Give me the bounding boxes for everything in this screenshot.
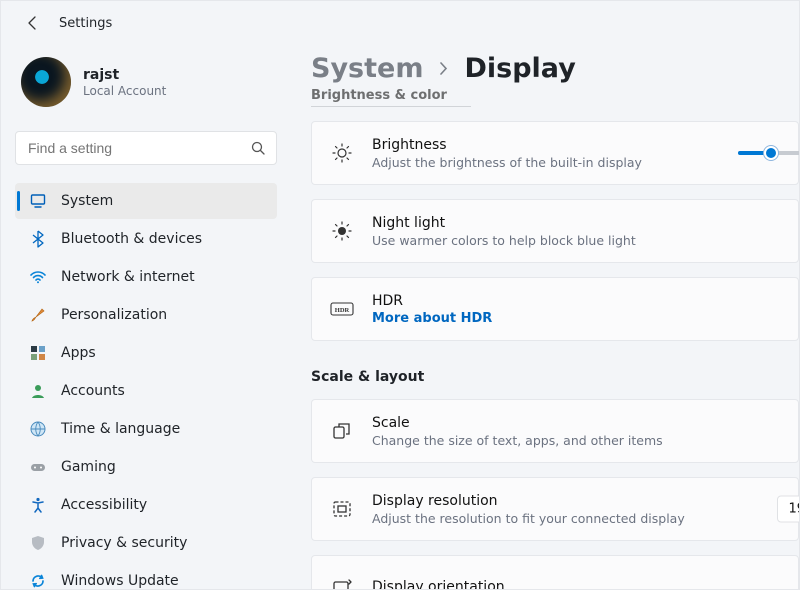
sidebar-item-label: Accessibility — [61, 497, 147, 513]
sidebar-item-label: Accounts — [61, 383, 125, 399]
card-orientation[interactable]: Display orientation — [311, 555, 799, 589]
update-icon — [29, 572, 47, 589]
card-title: HDR — [372, 293, 492, 309]
person-icon — [29, 382, 47, 400]
globe-icon — [29, 420, 47, 438]
settings-window: Settings rajst Local Account — [0, 0, 800, 590]
breadcrumb: System Display — [311, 53, 799, 84]
apps-icon — [29, 344, 47, 362]
account-name: rajst — [83, 67, 166, 83]
card-title: Display resolution — [372, 493, 685, 509]
wifi-icon — [29, 268, 47, 286]
sidebar-item-label: Time & language — [61, 421, 180, 437]
scale-icon — [328, 420, 356, 442]
chevron-right-icon — [437, 62, 450, 75]
orientation-icon — [328, 576, 356, 589]
sidebar-item-label: Privacy & security — [61, 535, 187, 551]
sidebar-item-update[interactable]: Windows Update — [15, 563, 277, 589]
sidebar-item-label: Apps — [61, 345, 96, 361]
search-input[interactable] — [26, 139, 240, 157]
card-title: Scale — [372, 415, 663, 431]
svg-text:HDR: HDR — [335, 307, 350, 314]
brightness-slider[interactable] — [738, 145, 799, 161]
back-button[interactable] — [19, 9, 47, 37]
sidebar-item-gaming[interactable]: Gaming — [15, 449, 277, 485]
sidebar-item-bluetooth[interactable]: Bluetooth & devices — [15, 221, 277, 257]
card-desc: Adjust the brightness of the built-in di… — [372, 155, 642, 170]
sidebar-item-privacy[interactable]: Privacy & security — [15, 525, 277, 561]
sidebar-item-label: Personalization — [61, 307, 167, 323]
sidebar-item-network[interactable]: Network & internet — [15, 259, 277, 295]
sidebar-item-label: Windows Update — [61, 573, 179, 589]
sidebar-item-time-language[interactable]: Time & language — [15, 411, 277, 447]
hdr-icon: HDR — [328, 300, 356, 318]
card-desc: Adjust the resolution to fit your connec… — [372, 511, 685, 526]
gamepad-icon — [29, 458, 47, 476]
brightness-icon — [328, 142, 356, 164]
section-brightness-color: Brightness & color — [311, 88, 799, 103]
breadcrumb-current: Display — [464, 53, 575, 84]
section-scale-layout: Scale & layout — [311, 369, 799, 385]
resolution-dropdown[interactable]: 1920 × 1 — [777, 496, 799, 523]
titlebar-title: Settings — [59, 16, 112, 31]
account-type: Local Account — [83, 84, 166, 98]
bluetooth-icon — [29, 230, 47, 248]
system-icon — [29, 192, 47, 210]
brush-icon — [29, 306, 47, 324]
card-resolution[interactable]: Display resolution Adjust the resolution… — [311, 477, 799, 541]
sidebar-item-label: Network & internet — [61, 269, 195, 285]
breadcrumb-parent[interactable]: System — [311, 53, 423, 84]
accessibility-icon — [29, 496, 47, 514]
sidebar-item-accounts[interactable]: Accounts — [15, 373, 277, 409]
night-light-icon — [328, 220, 356, 242]
card-title: Display orientation — [372, 579, 505, 589]
main-panel: System Display Brightness & color — [291, 45, 799, 589]
avatar — [21, 57, 71, 107]
card-desc: Change the size of text, apps, and other… — [372, 433, 663, 448]
search-box[interactable] — [15, 131, 277, 165]
card-title: Brightness — [372, 137, 642, 153]
sidebar-item-label: Gaming — [61, 459, 116, 475]
hdr-link[interactable]: More about HDR — [372, 311, 492, 326]
sidebar-item-label: Bluetooth & devices — [61, 231, 202, 247]
titlebar: Settings — [1, 1, 799, 45]
card-hdr[interactable]: HDR HDR More about HDR — [311, 277, 799, 341]
search-icon — [250, 140, 266, 156]
sidebar: rajst Local Account System — [1, 45, 291, 589]
card-scale[interactable]: Scale Change the size of text, apps, and… — [311, 399, 799, 463]
sidebar-item-apps[interactable]: Apps — [15, 335, 277, 371]
resolution-icon — [328, 498, 356, 520]
sidebar-item-system[interactable]: System — [15, 183, 277, 219]
account-card[interactable]: rajst Local Account — [15, 51, 277, 111]
shield-icon — [29, 534, 47, 552]
card-desc: Use warmer colors to help block blue lig… — [372, 233, 636, 248]
card-night-light[interactable]: Night light Use warmer colors to help bl… — [311, 199, 799, 263]
card-title: Night light — [372, 215, 636, 231]
card-brightness[interactable]: Brightness Adjust the brightness of the … — [311, 121, 799, 185]
sidebar-nav: System Bluetooth & devices Network & int… — [15, 183, 277, 589]
sidebar-item-accessibility[interactable]: Accessibility — [15, 487, 277, 523]
sidebar-item-personalization[interactable]: Personalization — [15, 297, 277, 333]
sidebar-item-label: System — [61, 193, 113, 209]
